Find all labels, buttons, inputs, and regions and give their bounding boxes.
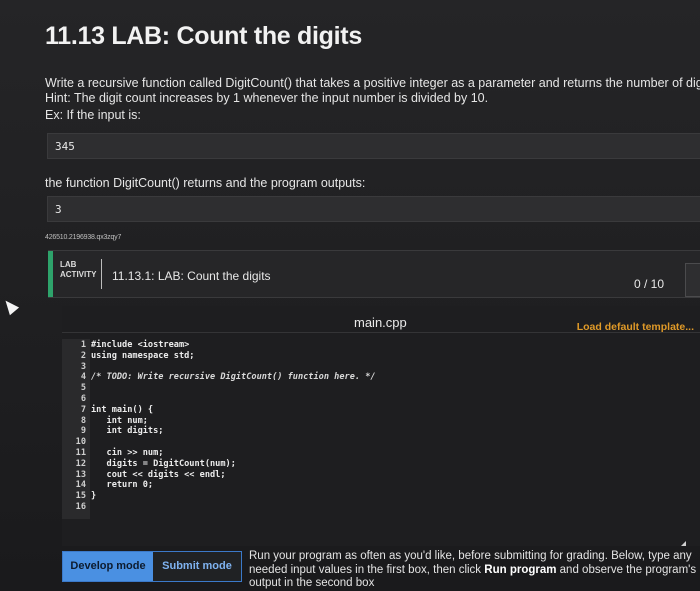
develop-mode-button[interactable]: Develop mode bbox=[63, 552, 153, 581]
lab-activity-tag: LAB ACTIVITY bbox=[60, 260, 96, 280]
score-indicator-box bbox=[685, 263, 700, 297]
code-line[interactable]: 10 bbox=[62, 437, 376, 448]
line-number: 7 bbox=[80, 404, 86, 415]
description: Write a recursive function called DigitC… bbox=[45, 76, 700, 106]
load-default-template-link[interactable]: Load default template... bbox=[577, 321, 694, 333]
code-text[interactable]: } bbox=[91, 491, 96, 501]
code-line[interactable]: 2 using namespace std; bbox=[62, 351, 376, 362]
mode-toggle: Develop mode Submit mode bbox=[62, 551, 242, 582]
code-line[interactable]: 4 /* TODO: Write recursive DigitCount() f… bbox=[62, 372, 376, 383]
output-label: the function DigitCount() returns and th… bbox=[45, 176, 366, 190]
code-line[interactable]: 1 #include <iostream> bbox=[62, 340, 376, 351]
session-id: 426510.2196938.qx3zqy7 bbox=[45, 234, 122, 241]
mode-bar: Develop mode Submit mode Run your progra… bbox=[62, 548, 700, 591]
line-number: 2 bbox=[80, 350, 86, 361]
code-text[interactable]: cin >> num; bbox=[91, 448, 164, 458]
lab-title: 11.13.1: LAB: Count the digits bbox=[112, 269, 271, 283]
submit-mode-button[interactable]: Submit mode bbox=[153, 552, 241, 581]
editor-header: main.cpp Load default template... bbox=[62, 306, 700, 333]
code-text[interactable]: int num; bbox=[91, 416, 148, 426]
run-instructions: Run your program as often as you'd like,… bbox=[249, 550, 699, 591]
code-lines[interactable]: 1 #include <iostream> 2 using namespace std… bbox=[62, 340, 376, 513]
line-number: 5 bbox=[80, 383, 86, 394]
lab-score: 0 / 10 bbox=[633, 277, 664, 291]
code-text[interactable]: /* TODO: Write recursive DigitCount() fu… bbox=[91, 372, 376, 382]
code-line[interactable]: 13 cout << digits << endl; bbox=[62, 470, 376, 481]
code-line[interactable]: 15} bbox=[62, 491, 376, 502]
run-program-emphasis: Run program bbox=[484, 563, 557, 576]
code-editor[interactable]: main.cpp Load default template... 1 #incl… bbox=[62, 306, 700, 546]
file-name: main.cpp bbox=[354, 315, 407, 330]
page-title: 11.13 LAB: Count the digits bbox=[45, 22, 362, 50]
code-line[interactable]: 7 int main() { bbox=[62, 405, 376, 416]
code-text[interactable]: #include <iostream> bbox=[91, 340, 189, 350]
code-line[interactable]: 3 bbox=[62, 362, 376, 373]
lab-activity-header: LAB ACTIVITY 11.13.1: LAB: Count the dig… bbox=[48, 250, 700, 298]
page: 11.13 LAB: Count the digits Write a recu… bbox=[0, 0, 700, 591]
resize-handle-icon[interactable] bbox=[681, 541, 686, 546]
line-number: 3 bbox=[80, 361, 86, 372]
code-text[interactable]: using namespace std; bbox=[91, 351, 194, 361]
mouse-pointer-icon bbox=[0, 296, 20, 316]
line-number: 14 bbox=[75, 480, 86, 491]
line-number: 15 bbox=[75, 491, 86, 502]
example-input-box: 345 bbox=[47, 133, 700, 159]
code-text[interactable]: return 0; bbox=[91, 480, 154, 490]
line-number: 16 bbox=[75, 501, 86, 512]
line-number: 11 bbox=[75, 447, 86, 458]
lab-accent-bar bbox=[48, 251, 53, 297]
line-number: 12 bbox=[75, 458, 86, 469]
code-line[interactable]: 8 int num; bbox=[62, 416, 376, 427]
code-line[interactable]: 9 int digits; bbox=[62, 426, 376, 437]
line-number: 1 bbox=[80, 340, 86, 350]
line-number: 10 bbox=[75, 437, 86, 448]
lab-tag-line-2: ACTIVITY bbox=[60, 270, 97, 279]
code-text[interactable]: int main() { bbox=[91, 405, 153, 415]
description-line-1: Write a recursive function called DigitC… bbox=[45, 76, 700, 90]
code-line[interactable]: 14 return 0; bbox=[62, 480, 376, 491]
lab-tag-line-1: LAB bbox=[60, 260, 77, 269]
code-line[interactable]: 5 bbox=[62, 383, 376, 394]
example-output-box: 3 bbox=[47, 196, 700, 222]
line-number: 13 bbox=[75, 469, 86, 480]
line-number: 8 bbox=[80, 415, 86, 426]
line-number: 4 bbox=[80, 372, 86, 383]
code-text[interactable]: digits = DigitCount(num); bbox=[91, 459, 236, 469]
code-text[interactable]: cout << digits << endl; bbox=[91, 470, 226, 480]
code-text[interactable]: int digits; bbox=[91, 426, 164, 436]
lab-divider bbox=[101, 259, 102, 289]
code-line[interactable]: 11 cin >> num; bbox=[62, 448, 376, 459]
code-line[interactable]: 6 bbox=[62, 394, 376, 405]
code-line[interactable]: 16 bbox=[62, 502, 376, 513]
line-number: 9 bbox=[80, 426, 86, 437]
line-number: 6 bbox=[80, 393, 86, 404]
code-line[interactable]: 12 digits = DigitCount(num); bbox=[62, 459, 376, 470]
example-label: Ex: If the input is: bbox=[45, 108, 141, 122]
description-line-2: Hint: The digit count increases by 1 whe… bbox=[45, 91, 489, 105]
